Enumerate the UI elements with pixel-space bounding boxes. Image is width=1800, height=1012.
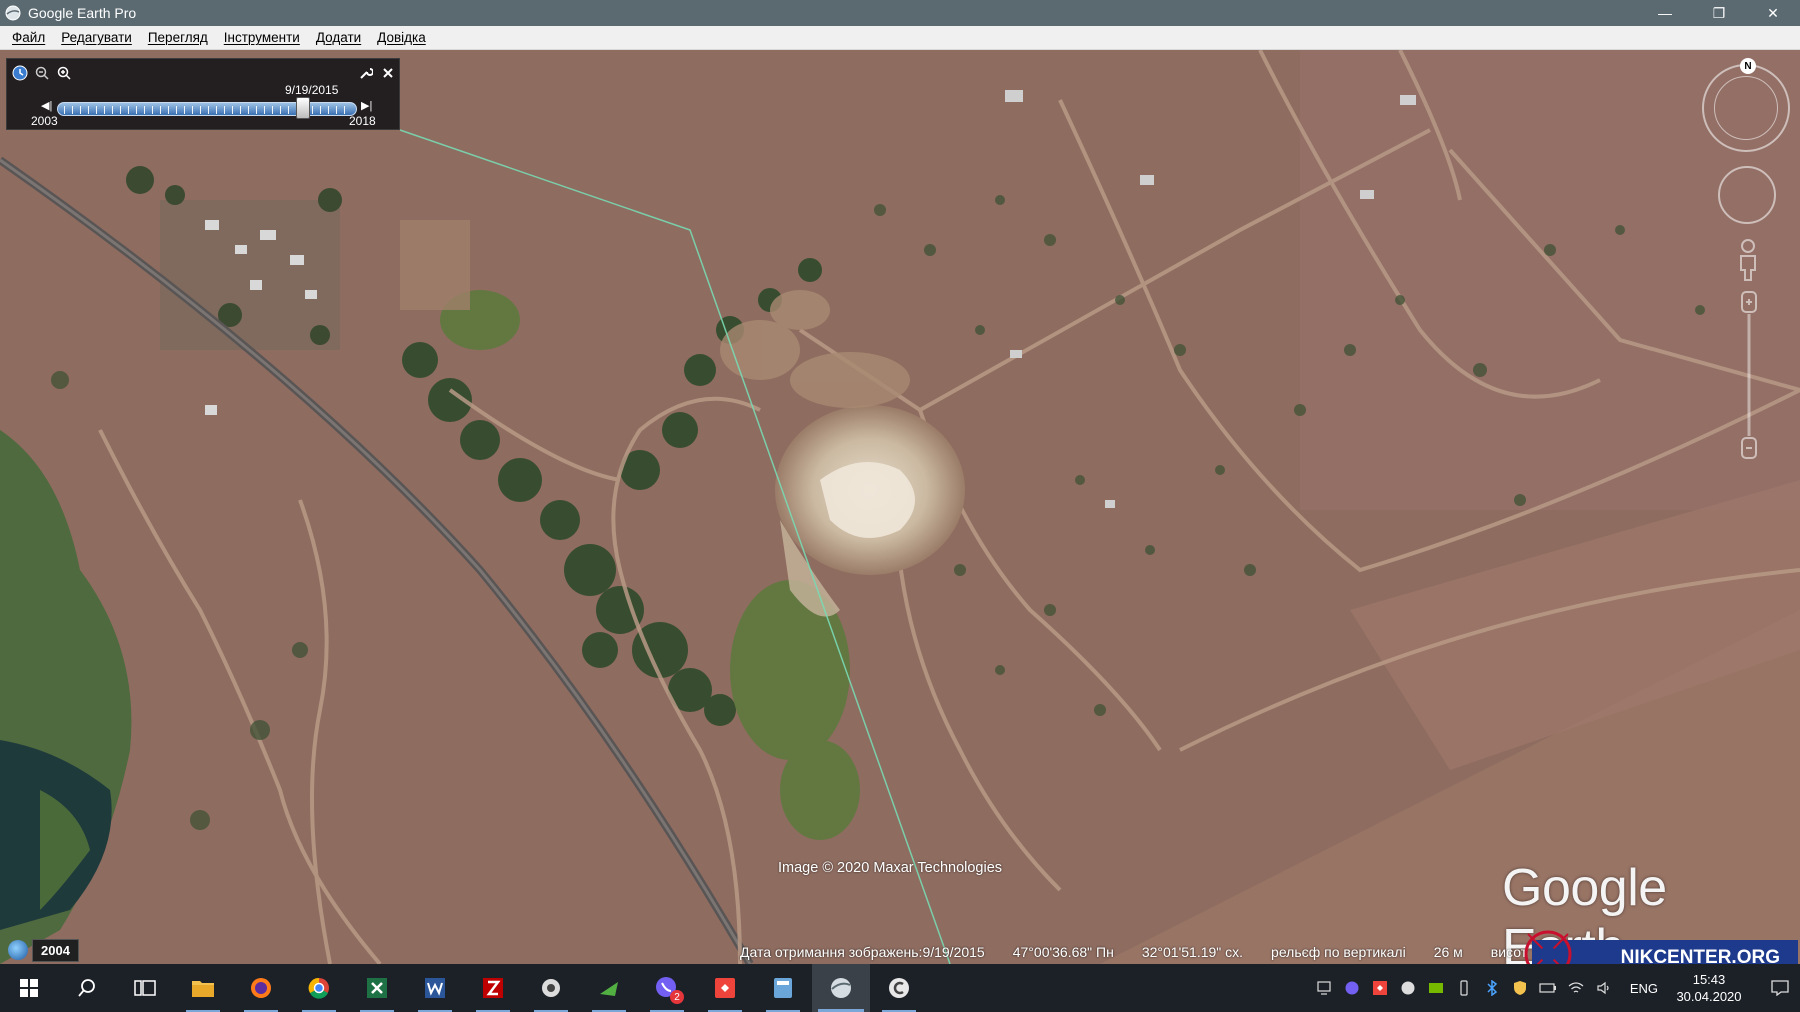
imagery-attribution: Image © 2020 Maxar Technologies	[778, 860, 1003, 876]
ccleaner-tray-icon[interactable]	[1394, 980, 1422, 996]
zoom-out-time-icon[interactable]	[33, 64, 51, 82]
menu-help[interactable]: Довідка	[369, 30, 434, 45]
street-view-pegman-icon[interactable]	[1736, 238, 1760, 282]
notification-center-icon[interactable]	[1760, 964, 1800, 1012]
google-earth-icon	[4, 4, 22, 22]
taskbar: 2 ENG 15:43 30.04.2020	[0, 964, 1800, 1012]
nvidia-icon[interactable]	[1422, 981, 1450, 995]
clock-time: 15:43	[1692, 972, 1726, 987]
usb-device-icon[interactable]	[1450, 980, 1478, 996]
look-ring-icon[interactable]	[1702, 64, 1790, 152]
wifi-icon[interactable]	[1562, 981, 1590, 995]
end-year-label: 2018	[349, 114, 376, 128]
viber-tray-icon[interactable]	[1338, 980, 1366, 996]
anydesk-icon[interactable]	[696, 964, 754, 1012]
map-view[interactable]	[0, 50, 1800, 964]
viber-badge: 2	[670, 990, 684, 1004]
volume-icon[interactable]	[1590, 981, 1618, 995]
filezilla-icon[interactable]	[464, 964, 522, 1012]
latitude: 47°00'36.68" Пн	[1012, 944, 1114, 960]
minimize-icon[interactable]: —	[1638, 0, 1692, 26]
menu-file[interactable]: Файл	[0, 30, 53, 45]
close-icon[interactable]: ✕	[1746, 0, 1800, 26]
historical-imagery-slider: 9/19/2015 ◀​| ▶| 2003 2018	[6, 58, 400, 130]
battery-icon[interactable]	[1534, 982, 1562, 994]
start-icon[interactable]	[0, 964, 58, 1012]
menu-bar: Файл Редагувати Перегляд Інструменти Дод…	[0, 26, 1800, 50]
clock-icon[interactable]	[11, 64, 29, 82]
task-view-icon[interactable]	[116, 964, 174, 1012]
clock-date: 30.04.2020	[1676, 989, 1742, 1004]
step-back-icon[interactable]: ◀​|	[41, 99, 52, 112]
zoom-slider-icon[interactable]	[1738, 290, 1760, 460]
language-indicator[interactable]: ENG	[1630, 981, 1658, 996]
chrome-icon[interactable]	[290, 964, 348, 1012]
title-bar: Google Earth Pro — ❐ ✕	[0, 0, 1800, 26]
menu-tools[interactable]: Інструменти	[216, 30, 308, 45]
security-shield-icon[interactable]	[1506, 980, 1534, 996]
step-forward-icon[interactable]: ▶|	[361, 99, 372, 112]
status-bar: Дата отримання зображень:9/19/2015 47°00…	[740, 942, 1527, 962]
wrench-icon[interactable]	[357, 64, 375, 82]
selected-date-label: 9/19/2015	[285, 83, 339, 97]
close-icon[interactable]	[379, 64, 397, 82]
look-inner-ring	[1714, 76, 1778, 140]
ccleaner-icon[interactable]	[870, 964, 928, 1012]
anydesk-tray-icon[interactable]	[1366, 980, 1394, 996]
firefox-icon[interactable]	[232, 964, 290, 1012]
menu-add[interactable]: Додати	[308, 30, 369, 45]
historical-year-badge[interactable]: 2004	[8, 938, 79, 962]
historical-year-value: 2004	[32, 938, 79, 962]
globe-icon	[8, 940, 28, 960]
time-slider-thumb[interactable]	[296, 97, 310, 119]
time-slider-track[interactable]	[57, 102, 357, 116]
move-ring-icon[interactable]	[1718, 166, 1776, 224]
longitude: 32°01'51.19" сх.	[1141, 944, 1244, 960]
file-explorer-icon[interactable]	[174, 964, 232, 1012]
excel-icon[interactable]	[348, 964, 406, 1012]
system-tray: ENG 15:43 30.04.2020	[1310, 964, 1800, 1012]
clock[interactable]: 15:43 30.04.2020	[1672, 971, 1746, 1005]
zoom-in-time-icon[interactable]	[55, 64, 73, 82]
search-icon[interactable]	[58, 964, 116, 1012]
elevation: 26 м	[1433, 944, 1463, 960]
network-share-icon[interactable]	[1310, 981, 1338, 995]
viber-icon[interactable]: 2	[638, 964, 696, 1012]
app-icon[interactable]	[522, 964, 580, 1012]
menu-view[interactable]: Перегляд	[140, 30, 216, 45]
terrain-label: рельєф по вертикалі	[1271, 944, 1406, 960]
start-year-label: 2003	[31, 114, 58, 128]
google-earth-taskbar-icon[interactable]	[812, 964, 870, 1012]
restore-icon[interactable]: ❐	[1692, 0, 1746, 26]
calculator-icon[interactable]	[754, 964, 812, 1012]
satellite-imagery	[0, 50, 1800, 964]
menu-edit[interactable]: Редагувати	[53, 30, 140, 45]
imagery-date: Дата отримання зображень:9/19/2015	[740, 944, 985, 960]
bluetooth-icon[interactable]	[1478, 980, 1506, 996]
north-indicator[interactable]: N	[1740, 58, 1756, 74]
word-icon[interactable]	[406, 964, 464, 1012]
window-title: Google Earth Pro	[28, 5, 137, 21]
app-play-icon[interactable]	[580, 964, 638, 1012]
